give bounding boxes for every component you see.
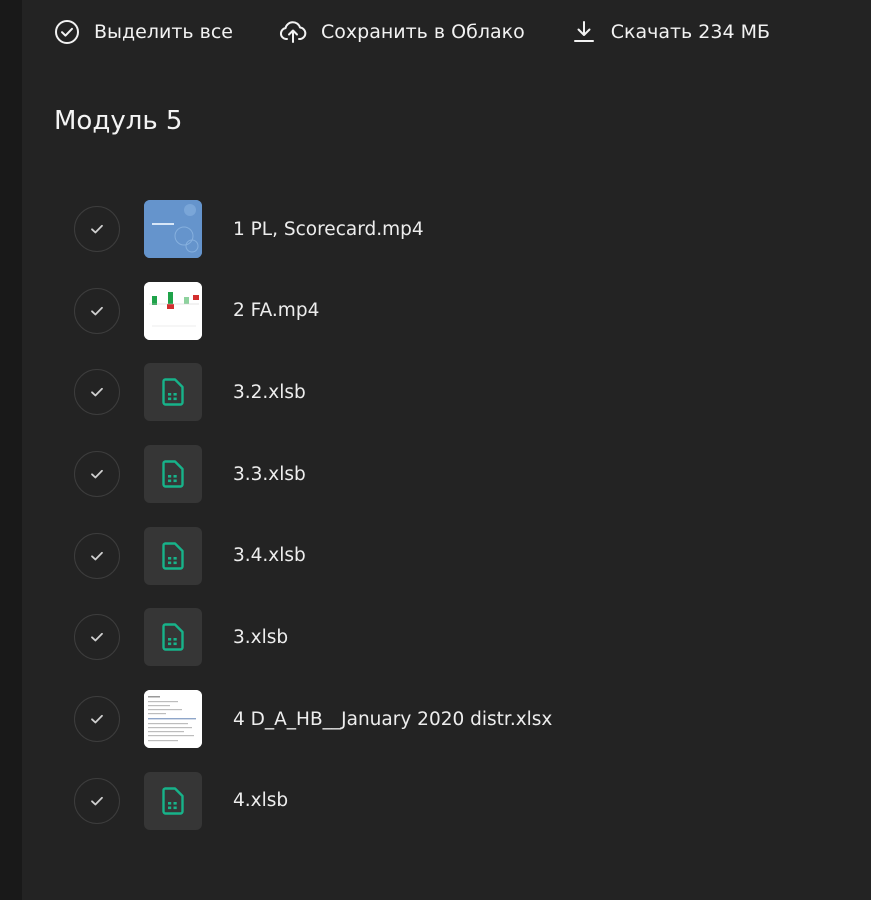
select-checkbox[interactable] bbox=[74, 206, 120, 252]
spreadsheet-preview-thumbnail bbox=[144, 690, 202, 749]
spreadsheet-file-icon bbox=[144, 608, 202, 667]
check-icon bbox=[91, 306, 103, 316]
files-panel: Выделить все Сохранить в Облако Скачать … bbox=[22, 0, 871, 900]
check-icon bbox=[91, 469, 103, 479]
file-name: 4.xlsb bbox=[233, 790, 289, 812]
select-checkbox[interactable] bbox=[74, 369, 120, 416]
download-button[interactable]: Скачать 234 МБ bbox=[571, 19, 770, 45]
download-icon bbox=[571, 19, 597, 45]
file-item[interactable]: 3.4.xlsb bbox=[74, 526, 834, 585]
file-name: 3.3.xlsb bbox=[233, 463, 306, 485]
download-label: Скачать 234 МБ bbox=[610, 21, 771, 43]
select-checkbox[interactable] bbox=[74, 287, 120, 334]
file-item[interactable]: 4.xlsb bbox=[74, 771, 834, 830]
select-all-label: Выделить все bbox=[94, 21, 233, 43]
check-icon bbox=[91, 224, 103, 234]
left-sidebar-edge bbox=[0, 0, 22, 900]
check-icon bbox=[91, 633, 103, 642]
select-all-button[interactable]: Выделить все bbox=[54, 19, 233, 45]
video-thumbnail bbox=[144, 200, 202, 258]
check-circle-icon bbox=[54, 19, 80, 45]
file-list: 1 PL, Scorecard.mp4 2 FA.mp4 3.2.xlsb 3.… bbox=[74, 200, 834, 854]
spreadsheet-file-icon bbox=[144, 526, 202, 585]
file-item[interactable]: 4 D_A_HB__January 2020 distr.xlsx bbox=[74, 690, 834, 749]
video-thumbnail bbox=[144, 281, 202, 340]
check-icon bbox=[91, 388, 103, 397]
select-checkbox[interactable] bbox=[74, 777, 120, 824]
check-icon bbox=[91, 551, 103, 561]
file-item[interactable]: 3.xlsb bbox=[74, 608, 834, 667]
file-item[interactable]: 3.3.xlsb bbox=[74, 445, 834, 504]
file-name: 4 D_A_HB__January 2020 distr.xlsx bbox=[233, 708, 553, 730]
file-name: 3.4.xlsb bbox=[233, 545, 306, 567]
check-icon bbox=[91, 796, 103, 806]
toolbar: Выделить все Сохранить в Облако Скачать … bbox=[54, 14, 816, 50]
check-icon bbox=[91, 715, 103, 724]
file-item[interactable]: 3.2.xlsb bbox=[74, 363, 834, 422]
select-checkbox[interactable] bbox=[74, 696, 120, 743]
file-item[interactable]: 2 FA.mp4 bbox=[74, 281, 834, 340]
save-to-cloud-button[interactable]: Сохранить в Облако bbox=[279, 19, 525, 45]
file-name: 2 FA.mp4 bbox=[233, 300, 320, 322]
select-checkbox[interactable] bbox=[74, 532, 120, 579]
spreadsheet-file-icon bbox=[144, 445, 202, 504]
select-checkbox[interactable] bbox=[74, 451, 120, 498]
select-checkbox[interactable] bbox=[74, 614, 120, 661]
file-name: 3.xlsb bbox=[233, 626, 289, 648]
file-item[interactable]: 1 PL, Scorecard.mp4 bbox=[74, 200, 834, 258]
spreadsheet-file-icon bbox=[144, 363, 202, 422]
section-title: Модуль 5 bbox=[54, 106, 183, 136]
file-name: 3.2.xlsb bbox=[233, 381, 306, 403]
cloud-upload-icon bbox=[279, 19, 307, 45]
spreadsheet-file-icon bbox=[144, 771, 202, 830]
save-to-cloud-label: Сохранить в Облако bbox=[321, 21, 525, 43]
file-name: 1 PL, Scorecard.mp4 bbox=[233, 218, 424, 240]
